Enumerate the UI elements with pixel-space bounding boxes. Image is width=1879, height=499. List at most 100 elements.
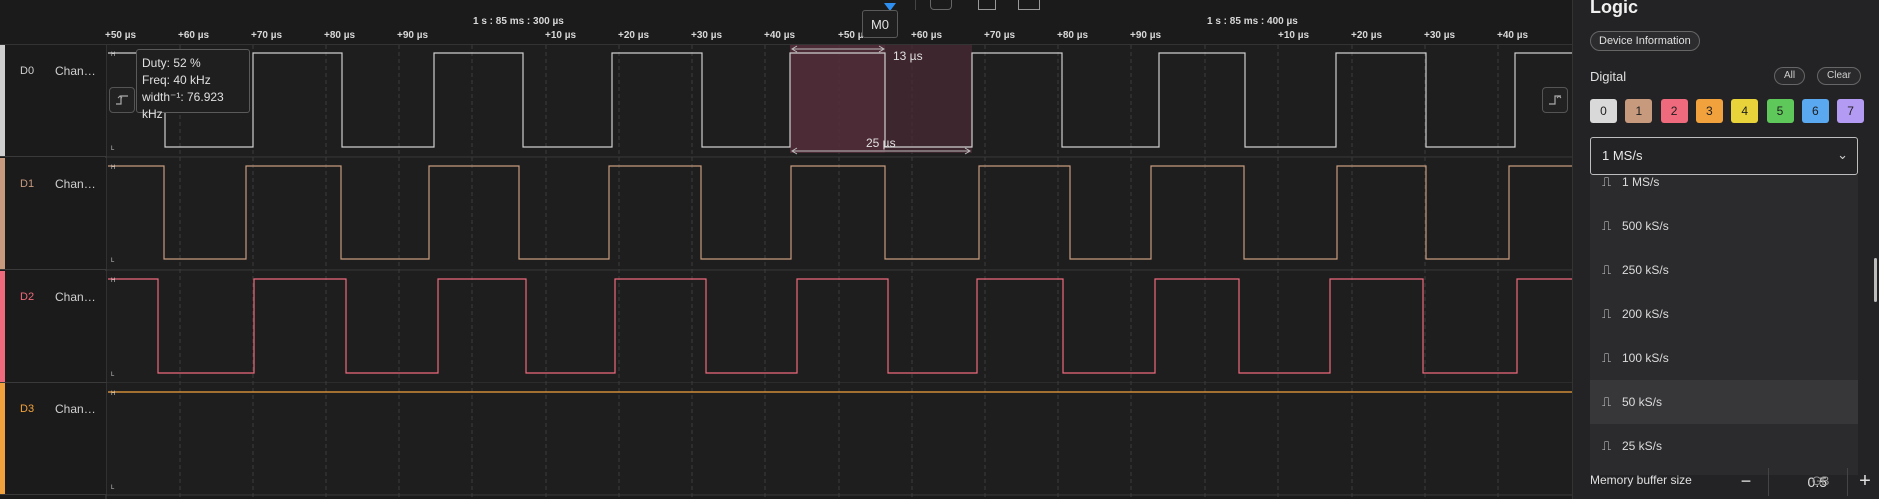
channel-chip-3[interactable]: 3: [1695, 99, 1723, 123]
select-all-button[interactable]: All: [1774, 67, 1806, 85]
measurement-tooltip: Duty: 52 % Freq: 40 kHz width⁻¹: 76.923 …: [136, 49, 250, 121]
channel-name[interactable]: Chan…: [55, 64, 96, 78]
channel-chip-4[interactable]: 4: [1731, 99, 1759, 123]
panel-scrollbar[interactable]: [1874, 258, 1877, 302]
level-high-label: H: [111, 391, 115, 397]
channel-chip-7[interactable]: 7: [1837, 99, 1865, 123]
logic-analyzer-app: H L H L H L H L 13 µs 25 µs 1 s : 85 ms : 300 µs …: [0, 0, 1879, 499]
pulse-icon: ⎍: [1602, 350, 1612, 365]
time-tick-label: +80 µs: [1057, 30, 1089, 41]
channel-color-bar: [0, 271, 5, 382]
time-tick-label: +30 µs: [1424, 30, 1456, 41]
increment-button[interactable]: +: [1852, 469, 1878, 495]
sample-rate-option-label: 50 kS/s: [1622, 395, 1663, 409]
channel-row-d2[interactable]: D2 Chan…: [0, 271, 106, 383]
pulse-icon: ⎍: [1602, 438, 1612, 453]
sample-rate-dropdown[interactable]: ⎍1 MS/s✓⎍500 kS/s⎍250 kS/s⎍200 kS/s⎍100 …: [1590, 175, 1858, 475]
pulse-icon: ⎍: [1602, 218, 1612, 233]
level-high-label: H: [111, 165, 115, 171]
device-settings-panel: Logic Device Information Digital All Cle…: [1572, 0, 1879, 499]
time-tick-label: +50 µs: [105, 30, 137, 41]
panel-title: Logic: [1590, 0, 1638, 17]
channel-id: D0: [20, 65, 35, 77]
channel-name[interactable]: Chan…: [55, 402, 96, 416]
memory-buffer-label: Memory buffer size: [1590, 473, 1692, 487]
channel-list: D0 Chan… D1 Chan… D2 Chan… D3 Chan…: [0, 45, 106, 499]
time-tick-label: +70 µs: [251, 30, 283, 41]
channel-chip-2[interactable]: 2: [1660, 99, 1688, 123]
channel-chip-1[interactable]: 1: [1625, 99, 1653, 123]
trigger-settings-icon[interactable]: [930, 0, 952, 10]
clear-button[interactable]: Clear: [1817, 67, 1861, 85]
sample-rate-option-label: 100 kS/s: [1622, 351, 1669, 365]
sample-rate-option-label: 25 kS/s: [1622, 439, 1663, 453]
freq-value: Freq: 40 kHz: [142, 73, 211, 87]
channel-color-bar: [0, 383, 5, 494]
sample-rate-option[interactable]: ⎍ 200 kS/s: [1590, 292, 1858, 336]
sample-rate-option-label: 250 kS/s: [1622, 263, 1669, 277]
decrement-button[interactable]: −: [1733, 469, 1759, 495]
time-tick-label: +60 µs: [911, 30, 943, 41]
marker-icon[interactable]: [978, 0, 996, 10]
marker-m0-label[interactable]: M0: [862, 10, 898, 38]
pulse-width-label: 13 µs: [893, 49, 923, 63]
chevron-down-icon: ⌄: [1837, 147, 1848, 162]
time-tick-label: +80 µs: [324, 30, 356, 41]
time-tick-label: +10 µs: [1278, 30, 1310, 41]
play-icon[interactable]: [878, 0, 902, 11]
channel-name[interactable]: Chan…: [55, 290, 96, 304]
sample-rate-value: 1 MS/s: [1602, 148, 1643, 163]
memory-buffer-row: Memory buffer size − 0.5 GB +: [1590, 468, 1879, 496]
sample-rate-option[interactable]: ⎍ 50 kS/s: [1590, 380, 1858, 424]
duty-value: Duty: 52 %: [142, 56, 201, 70]
sample-rate-option-label: 500 kS/s: [1622, 219, 1669, 233]
toolbar-divider: [915, 0, 916, 10]
channel-id: D2: [20, 291, 35, 303]
pulse-icon: ⎍: [1602, 262, 1612, 277]
channel-color-bar: [0, 158, 5, 269]
time-tick-label: +90 µs: [397, 30, 429, 41]
time-ruler[interactable]: 1 s : 85 ms : 300 µs 1 s : 85 ms : 400 µ…: [0, 0, 1572, 45]
memory-unit: GB: [1812, 474, 1830, 488]
time-tick-label: +20 µs: [618, 30, 650, 41]
sample-rate-option[interactable]: ⎍ 500 kS/s: [1590, 204, 1858, 248]
device-information-button[interactable]: Device Information: [1590, 31, 1700, 51]
time-tick-label: +10 µs: [545, 30, 577, 41]
channel-chip-5[interactable]: 5: [1766, 99, 1794, 123]
digital-section-label: Digital: [1590, 69, 1627, 84]
sample-rate-option[interactable]: ⎍1 MS/s✓: [1590, 175, 1858, 204]
pulse-icon: ⎍: [1602, 394, 1612, 409]
sample-rate-option-label: 1 MS/s: [1622, 175, 1660, 189]
channel-row-d3[interactable]: D3 Chan…: [0, 383, 106, 495]
time-tick-label: +40 µs: [764, 30, 796, 41]
channel-id: D3: [20, 403, 35, 415]
sample-rate-option[interactable]: ⎍ 250 kS/s: [1590, 248, 1858, 292]
width-value: width⁻¹: 76.923 kHz: [142, 90, 224, 121]
time-tick-label: +60 µs: [178, 30, 210, 41]
level-high-label: H: [111, 52, 115, 58]
channel-color-bar: [0, 45, 5, 156]
period-label: 25 µs: [866, 136, 896, 150]
time-tick-label: +70 µs: [984, 30, 1016, 41]
channel-row-d0[interactable]: D0 Chan…: [0, 45, 106, 157]
time-tick-label: +90 µs: [1130, 30, 1162, 41]
marker-pair-icon[interactable]: [1018, 0, 1040, 10]
channel-chip-0[interactable]: 0: [1590, 99, 1617, 123]
time-reference-left: 1 s : 85 ms : 300 µs: [473, 16, 564, 27]
channel-row-d1[interactable]: D1 Chan…: [0, 158, 106, 270]
memory-buffer-input[interactable]: 0.5: [1768, 468, 1848, 496]
channel-name[interactable]: Chan…: [55, 177, 96, 191]
channel-id: D1: [20, 178, 35, 190]
time-tick-label: +30 µs: [691, 30, 723, 41]
sample-rate-option-label: 200 kS/s: [1622, 307, 1669, 321]
sample-rate-option[interactable]: ⎍ 100 kS/s: [1590, 336, 1858, 380]
sample-rate-option[interactable]: ⎍ 25 kS/s: [1590, 424, 1858, 468]
time-reference-right: 1 s : 85 ms : 400 µs: [1207, 16, 1298, 27]
channel-chip-6[interactable]: 6: [1801, 99, 1829, 123]
pulse-icon: ⎍: [1602, 306, 1612, 321]
pulse-icon: ⎍: [1602, 175, 1612, 189]
falling-edge-icon[interactable]: [109, 87, 135, 113]
rising-edge-icon[interactable]: [1542, 87, 1568, 113]
sample-rate-select[interactable]: 1 MS/s ⌄: [1590, 137, 1858, 175]
level-high-label: H: [111, 278, 115, 284]
